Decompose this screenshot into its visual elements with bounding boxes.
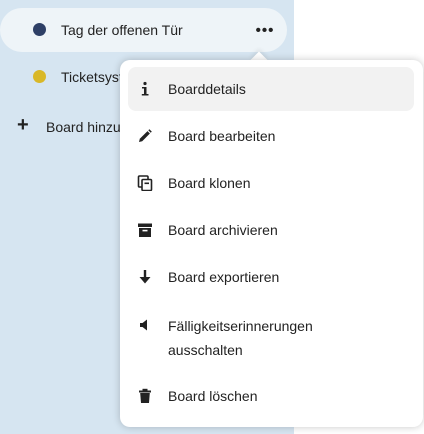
menu-item-board-bearbeiten[interactable]: Board bearbeiten <box>128 114 414 158</box>
menu-item-faelligkeitserinnerungen-ausschalten[interactable]: Fälligkeitserinnerungen ausschalten <box>128 302 414 364</box>
menu-item-label: Board klonen <box>168 175 251 191</box>
board-color-dot <box>33 70 46 83</box>
board-color-dot <box>33 23 46 36</box>
add-board-label: Board hinzufügen <box>46 119 120 135</box>
board-label: Ticketsystem <box>61 69 120 85</box>
menu-item-board-loeschen[interactable]: Board löschen <box>128 374 414 418</box>
menu-item-label: Fälligkeitserinnerungen ausschalten <box>168 318 313 358</box>
menu-item-board-archivieren[interactable]: Board archivieren <box>128 208 414 252</box>
board-label: Tag der offenen Tür <box>61 22 183 38</box>
volume-off-icon <box>137 317 153 333</box>
board-item-tag-der-offenen-tuer[interactable]: Tag der offenen Tür ••• <box>0 8 287 52</box>
clone-icon <box>137 175 153 191</box>
archive-icon <box>137 222 153 238</box>
menu-item-label: Board exportieren <box>168 269 280 285</box>
menu-item-label: Board bearbeiten <box>168 128 276 144</box>
trash-icon <box>137 388 153 404</box>
board-item-ticketsystem[interactable]: Ticketsystem <box>0 55 120 99</box>
plus-icon: + <box>17 114 29 136</box>
more-icon: ••• <box>255 21 275 39</box>
menu-item-label: Boarddetails <box>168 81 246 97</box>
menu-item-boarddetails[interactable]: Boarddetails <box>128 67 414 111</box>
pencil-icon <box>137 128 153 144</box>
add-board-button[interactable]: + Board hinzufügen <box>0 104 120 148</box>
menu-item-label: Board archivieren <box>168 222 278 238</box>
menu-item-label: Board löschen <box>168 388 258 404</box>
info-icon <box>137 81 153 97</box>
arrow-down-icon <box>137 269 153 285</box>
board-actions-menu: Boarddetails Board bearbeiten Board klon… <box>120 60 423 427</box>
more-actions-button[interactable]: ••• <box>250 15 280 45</box>
menu-item-board-klonen[interactable]: Board klonen <box>128 161 414 205</box>
menu-item-board-exportieren[interactable]: Board exportieren <box>128 255 414 299</box>
